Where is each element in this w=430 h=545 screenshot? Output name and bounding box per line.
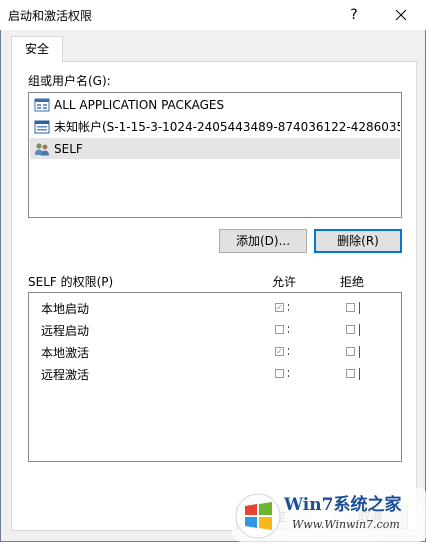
watermark: Win7系统之家 Www.Winwin7.com bbox=[232, 488, 428, 542]
watermark-brand: Win7系统之家 bbox=[284, 495, 402, 515]
users-group-icon bbox=[35, 142, 49, 155]
tab-security[interactable]: 安全 bbox=[11, 36, 63, 62]
allow-checkbox-checked[interactable]: ✓ bbox=[275, 303, 284, 312]
app-packages-icon bbox=[34, 98, 50, 111]
permission-row: 远程激活 bbox=[29, 363, 401, 385]
permission-row: 本地激活 ✓ bbox=[29, 341, 401, 363]
close-icon bbox=[395, 9, 407, 21]
list-item[interactable]: SELF bbox=[30, 138, 400, 159]
permissions-section-label: SELF 的权限(P) bbox=[28, 275, 114, 289]
window-title: 启动和激活权限 bbox=[8, 9, 93, 23]
add-user-button[interactable]: 添加(D)... bbox=[219, 229, 307, 253]
permissions-list: 本地启动 ✓ 远程启动 本地激活 ✓ 远程激活 bbox=[28, 292, 402, 462]
permission-name: 本地启动 bbox=[41, 302, 90, 316]
dotted-marker-icon bbox=[288, 326, 289, 333]
deny-column-header: 拒绝 bbox=[340, 275, 365, 289]
allow-checkbox[interactable] bbox=[275, 369, 284, 378]
deny-checkbox[interactable] bbox=[346, 347, 355, 356]
dotted-marker-icon bbox=[288, 304, 289, 311]
allow-checkbox[interactable] bbox=[275, 325, 284, 334]
list-item-label: ALL APPLICATION PACKAGES bbox=[54, 97, 225, 112]
dotted-marker-icon bbox=[359, 302, 360, 314]
deny-checkbox[interactable] bbox=[346, 325, 355, 334]
list-item[interactable]: 未知帐户(S-1-15-3-1024-2405443489-874036122-… bbox=[30, 116, 400, 137]
dotted-marker-icon bbox=[288, 370, 289, 377]
permission-name: 远程启动 bbox=[41, 324, 90, 338]
dotted-marker-icon bbox=[288, 348, 289, 355]
allow-column-header: 允许 bbox=[272, 275, 297, 289]
title-bar: 启动和激活权限 ? bbox=[0, 0, 430, 30]
dotted-marker-icon bbox=[359, 346, 360, 358]
permission-name: 远程激活 bbox=[41, 368, 90, 382]
remove-user-button[interactable]: 删除(R) bbox=[314, 229, 402, 253]
users-listbox[interactable]: ALL APPLICATION PACKAGES 未知帐户(S-1-15-3-1… bbox=[28, 92, 402, 218]
watermark-url: Www.Winwin7.com bbox=[292, 518, 400, 531]
users-section-label: 组或用户名(G): bbox=[28, 74, 111, 88]
dotted-marker-icon bbox=[359, 368, 360, 380]
permission-row: 本地启动 ✓ bbox=[29, 297, 401, 319]
help-button[interactable]: ? bbox=[342, 4, 366, 26]
close-button[interactable] bbox=[388, 2, 414, 28]
permission-name: 本地激活 bbox=[41, 346, 90, 360]
allow-checkbox-checked[interactable]: ✓ bbox=[275, 347, 284, 356]
dotted-marker-icon bbox=[359, 324, 360, 336]
list-item-label: 未知帐户(S-1-15-3-1024-2405443489-874036122-… bbox=[54, 120, 400, 134]
list-item[interactable]: ALL APPLICATION PACKAGES bbox=[30, 94, 400, 115]
deny-checkbox[interactable] bbox=[346, 303, 355, 312]
deny-checkbox[interactable] bbox=[346, 369, 355, 378]
list-item-label: SELF bbox=[54, 141, 83, 156]
unknown-account-icon bbox=[34, 120, 50, 133]
permission-row: 远程启动 bbox=[29, 319, 401, 341]
